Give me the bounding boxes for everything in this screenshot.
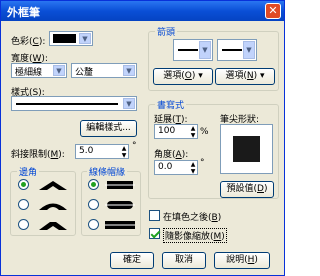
calligraphy-title: 書寫式 bbox=[155, 98, 187, 111]
line-caps-title: 線條帽緣 bbox=[87, 165, 128, 178]
chevron-down-icon: ▼ bbox=[53, 65, 65, 76]
start-arrow-options-button[interactable]: 選項(O) ▾ bbox=[153, 68, 213, 85]
ok-button[interactable]: 確定 bbox=[110, 252, 154, 269]
angle-value: 0.0 bbox=[158, 162, 173, 172]
round-cap-icon bbox=[105, 201, 135, 209]
round-corner-icon bbox=[39, 203, 67, 210]
corner-miter-radio[interactable] bbox=[18, 179, 29, 190]
miter-unit: ° bbox=[132, 141, 137, 151]
line-style-preview bbox=[16, 103, 118, 105]
dropdown-icon: ▾ bbox=[198, 71, 203, 81]
cap-butt-radio[interactable] bbox=[88, 179, 99, 190]
color-label: 色彩(C): bbox=[11, 37, 46, 47]
outline-pen-dialog: 外框筆 ✕ 色彩(C): ▼ 寬度(W): 極細線 ▼ 公釐 ▼ 樣式(S): … bbox=[0, 0, 285, 276]
miter-limit-label: 斜接限制(M): bbox=[11, 150, 65, 160]
scale-with-image-label[interactable]: 隨影像縮放(M) bbox=[163, 228, 227, 243]
end-arrow-preview bbox=[222, 49, 242, 51]
window-title: 外框筆 bbox=[7, 6, 40, 19]
width-unit-select[interactable]: 公釐 ▼ bbox=[71, 63, 137, 78]
corners-title: 邊角 bbox=[17, 165, 40, 178]
spin-arrows-icon[interactable]: ▲ ▼ bbox=[189, 161, 197, 176]
angle-label: 角度(A): bbox=[154, 150, 189, 160]
default-button[interactable]: 預設值(D) bbox=[220, 181, 274, 198]
spin-arrows-icon[interactable]: ▲ ▼ bbox=[120, 145, 128, 160]
line-style-select[interactable]: ▼ bbox=[11, 96, 137, 111]
close-button[interactable]: ✕ bbox=[265, 3, 281, 19]
chevron-down-icon: ▼ bbox=[123, 65, 135, 76]
width-value: 極細線 bbox=[15, 68, 43, 78]
color-swatch bbox=[53, 34, 76, 43]
cap-square-radio[interactable] bbox=[88, 219, 99, 230]
arrows-title: 箭頭 bbox=[155, 25, 178, 38]
width-unit-value: 公釐 bbox=[75, 68, 94, 78]
stretch-input[interactable]: 100 ▲ ▼ bbox=[154, 124, 198, 139]
dropdown-icon: ▾ bbox=[260, 71, 265, 81]
angle-unit: ° bbox=[200, 158, 205, 168]
title-bar[interactable]: 外框筆 ✕ bbox=[1, 1, 284, 21]
chevron-down-icon: ▼ bbox=[199, 41, 211, 59]
butt-cap-icon bbox=[105, 181, 135, 189]
cap-round-radio[interactable] bbox=[88, 199, 99, 210]
bevel-corner-icon bbox=[39, 222, 67, 230]
miter-corner-icon bbox=[39, 181, 67, 190]
corner-bevel-radio[interactable] bbox=[18, 219, 29, 230]
angle-input[interactable]: 0.0 ▲ ▼ bbox=[154, 160, 198, 175]
help-button[interactable]: 說明(H) bbox=[214, 252, 270, 269]
nib-square-icon bbox=[233, 136, 260, 162]
chevron-down-icon: ▼ bbox=[243, 41, 255, 59]
chevron-down-icon: ▼ bbox=[123, 98, 135, 109]
edit-style-button[interactable]: 編輯樣式... bbox=[80, 120, 137, 137]
close-icon: ✕ bbox=[268, 4, 278, 17]
color-picker[interactable]: ▼ bbox=[49, 31, 93, 46]
stretch-value: 100 bbox=[158, 126, 176, 136]
scale-with-image-checkbox[interactable] bbox=[149, 228, 160, 239]
corner-round-radio[interactable] bbox=[18, 199, 29, 210]
chevron-down-icon: ▼ bbox=[79, 33, 91, 44]
square-cap-icon bbox=[105, 221, 135, 229]
spin-arrows-icon[interactable]: ▲ ▼ bbox=[189, 125, 197, 140]
end-arrow-options-button[interactable]: 選項(N) ▾ bbox=[215, 68, 275, 85]
start-arrow-select[interactable]: ▼ bbox=[173, 39, 213, 61]
miter-limit-value: 5.0 bbox=[79, 146, 94, 156]
miter-limit-input[interactable]: 5.0 ▲ ▼ bbox=[75, 144, 129, 159]
end-arrow-select[interactable]: ▼ bbox=[217, 39, 257, 61]
stretch-unit: % bbox=[200, 127, 209, 137]
width-select[interactable]: 極細線 ▼ bbox=[11, 63, 67, 78]
behind-fill-label[interactable]: 在填色之後(B) bbox=[163, 210, 221, 223]
cancel-button[interactable]: 取消 bbox=[162, 252, 206, 269]
behind-fill-checkbox[interactable] bbox=[149, 210, 160, 221]
nib-shape-preview[interactable] bbox=[220, 124, 273, 174]
start-arrow-preview bbox=[178, 49, 198, 51]
